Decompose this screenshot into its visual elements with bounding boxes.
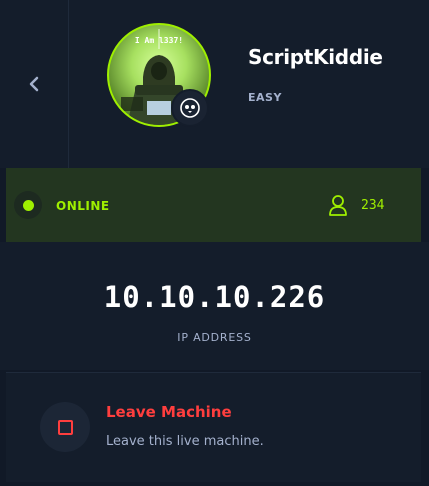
ip-section: 10.10.10.226 IP ADDRESS	[0, 242, 429, 370]
status-label: ONLINE	[56, 199, 110, 213]
leave-machine-description: Leave this live machine.	[106, 434, 264, 449]
bottom-edge	[0, 482, 429, 486]
difficulty-label: EASY	[248, 91, 282, 104]
machine-name: ScriptKiddie	[248, 45, 383, 69]
user-icon	[329, 195, 347, 216]
avatar-caption: I Am l337!	[134, 36, 184, 45]
ip-address[interactable]: 10.10.10.226	[0, 280, 429, 314]
back-button[interactable]	[0, 0, 69, 168]
status-indicator	[14, 191, 42, 219]
stop-icon	[57, 419, 73, 435]
linux-penguin-icon	[180, 98, 200, 118]
machine-panel: I Am l337! ScriptKiddie EASY ONLINE 234	[0, 0, 429, 486]
status-bar: ONLINE 234	[6, 168, 421, 242]
stop-button-circle	[40, 402, 90, 452]
ip-address-label: IP ADDRESS	[177, 331, 252, 344]
players-count: 234	[361, 198, 385, 213]
machine-avatar: I Am l337!	[107, 23, 211, 127]
os-badge	[171, 89, 209, 127]
online-dot-icon	[22, 199, 34, 211]
chevron-left-icon	[29, 76, 39, 92]
machine-header: I Am l337! ScriptKiddie EASY	[0, 0, 429, 168]
leave-machine-button[interactable]: Leave Machine Leave this live machine.	[6, 372, 421, 483]
leave-machine-title: Leave Machine	[106, 403, 232, 421]
